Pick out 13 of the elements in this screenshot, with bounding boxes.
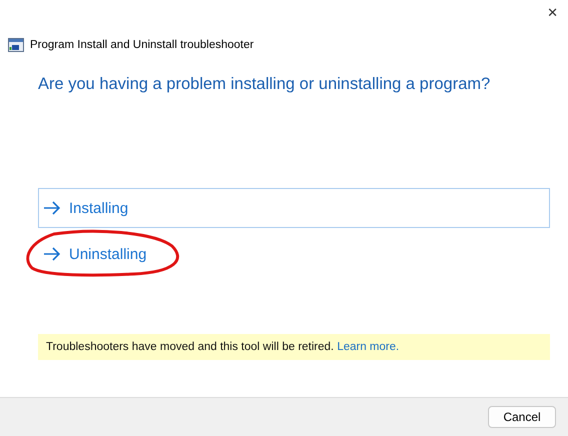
notice-text: Troubleshooters have moved and this tool will be retired. — [46, 341, 334, 353]
option-label: Installing — [69, 200, 128, 216]
cancel-button[interactable]: Cancel — [488, 406, 556, 428]
learn-more-link[interactable]: Learn more. — [337, 341, 400, 353]
arrow-icon — [43, 201, 61, 215]
window-app-icon — [8, 38, 24, 52]
option-label: Uninstalling — [69, 246, 147, 262]
window-title: Program Install and Uninstall troubleshooter — [30, 39, 254, 51]
option-link[interactable]: Uninstalling — [38, 234, 550, 274]
close-button[interactable]: ✕ — [547, 0, 568, 23]
arrow-icon — [43, 247, 61, 261]
heading: Are you having a problem installing or uninstalling a program? — [38, 75, 492, 94]
option-link[interactable]: Installing — [38, 188, 550, 228]
